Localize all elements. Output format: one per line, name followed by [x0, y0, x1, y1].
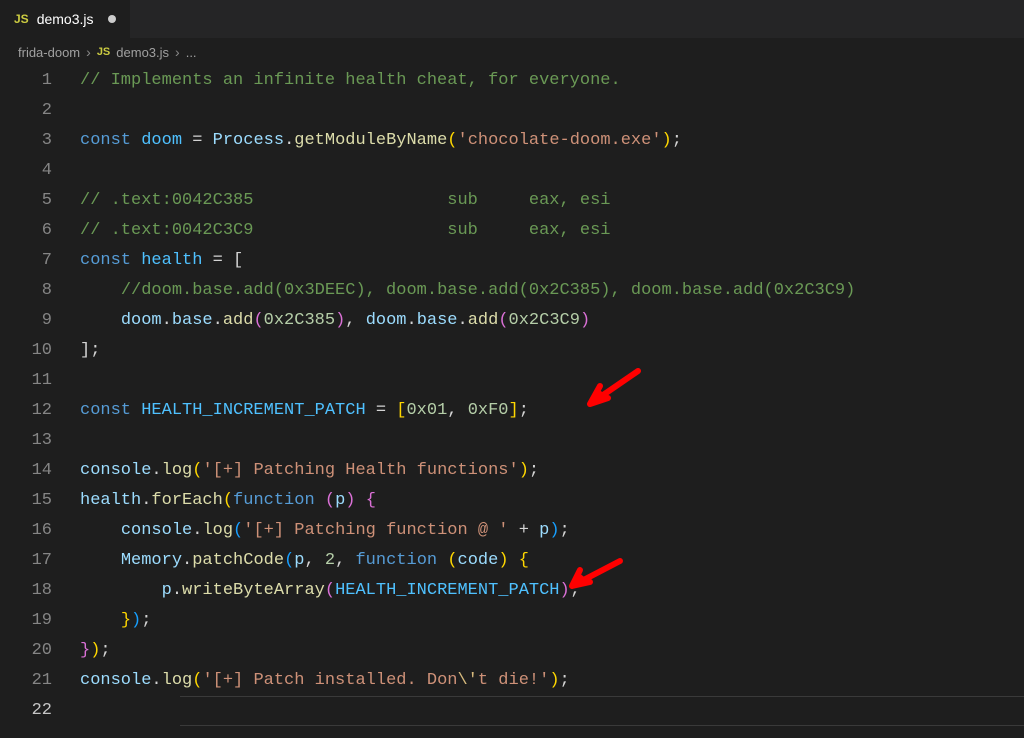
js-file-icon: JS — [97, 46, 110, 58]
code-line: doom.base.add(0x2C385), doom.base.add(0x… — [80, 306, 1024, 336]
line-gutter: 1 2 3 4 5 6 7 8 9 10 11 12 13 14 15 16 1… — [0, 66, 80, 726]
code-line — [80, 426, 1024, 456]
tab-filename: demo3.js — [37, 11, 94, 27]
code-line: // Implements an infinite health cheat, … — [80, 66, 1024, 96]
code-line: console.log('[+] Patch installed. Don\'t… — [80, 666, 1024, 696]
code-line: ]; — [80, 336, 1024, 366]
line-number: 16 — [0, 516, 52, 546]
code-area[interactable]: // Implements an infinite health cheat, … — [80, 66, 1024, 726]
line-number: 21 — [0, 666, 52, 696]
line-number: 3 — [0, 126, 52, 156]
code-line: }); — [80, 606, 1024, 636]
line-number: 15 — [0, 486, 52, 516]
code-line: //doom.base.add(0x3DEEC), doom.base.add(… — [80, 276, 1024, 306]
line-number: 12 — [0, 396, 52, 426]
line-number: 14 — [0, 456, 52, 486]
code-line: console.log('[+] Patching Health functio… — [80, 456, 1024, 486]
code-line: const doom = Process.getModuleByName('ch… — [80, 126, 1024, 156]
line-number: 6 — [0, 216, 52, 246]
unsaved-dot-icon — [108, 15, 116, 23]
js-file-icon: JS — [14, 12, 29, 26]
code-line — [80, 366, 1024, 396]
line-number: 22 — [0, 696, 52, 726]
code-line: Memory.patchCode(p, 2, function (code) { — [80, 546, 1024, 576]
line-number: 19 — [0, 606, 52, 636]
code-line: health.forEach(function (p) { — [80, 486, 1024, 516]
line-number: 4 — [0, 156, 52, 186]
line-number: 10 — [0, 336, 52, 366]
line-number: 11 — [0, 366, 52, 396]
line-number: 9 — [0, 306, 52, 336]
line-number: 8 — [0, 276, 52, 306]
code-line: // .text:0042C3C9 sub eax, esi — [80, 216, 1024, 246]
code-line: // .text:0042C385 sub eax, esi — [80, 186, 1024, 216]
code-line — [80, 696, 1024, 726]
breadcrumb-symbol[interactable]: ... — [186, 45, 197, 60]
code-line: console.log('[+] Patching function @ ' +… — [80, 516, 1024, 546]
code-line: }); — [80, 636, 1024, 666]
code-line: const health = [ — [80, 246, 1024, 276]
line-number: 5 — [0, 186, 52, 216]
line-number: 2 — [0, 96, 52, 126]
code-line: const HEALTH_INCREMENT_PATCH = [0x01, 0x… — [80, 396, 1024, 426]
tab-bar: JS demo3.js — [0, 0, 1024, 38]
line-number: 17 — [0, 546, 52, 576]
code-line: p.writeByteArray(HEALTH_INCREMENT_PATCH)… — [80, 576, 1024, 606]
line-number: 13 — [0, 426, 52, 456]
breadcrumb-folder[interactable]: frida-doom — [18, 45, 80, 60]
line-number: 7 — [0, 246, 52, 276]
line-number: 18 — [0, 576, 52, 606]
chevron-right-icon: › — [86, 44, 91, 60]
breadcrumb[interactable]: frida-doom › JS demo3.js › ... — [0, 38, 1024, 66]
line-number: 20 — [0, 636, 52, 666]
code-line — [80, 96, 1024, 126]
code-line — [80, 156, 1024, 186]
breadcrumb-file[interactable]: demo3.js — [116, 45, 169, 60]
line-number: 1 — [0, 66, 52, 96]
chevron-right-icon: › — [175, 44, 180, 60]
file-tab[interactable]: JS demo3.js — [0, 0, 131, 38]
code-editor[interactable]: 1 2 3 4 5 6 7 8 9 10 11 12 13 14 15 16 1… — [0, 66, 1024, 726]
